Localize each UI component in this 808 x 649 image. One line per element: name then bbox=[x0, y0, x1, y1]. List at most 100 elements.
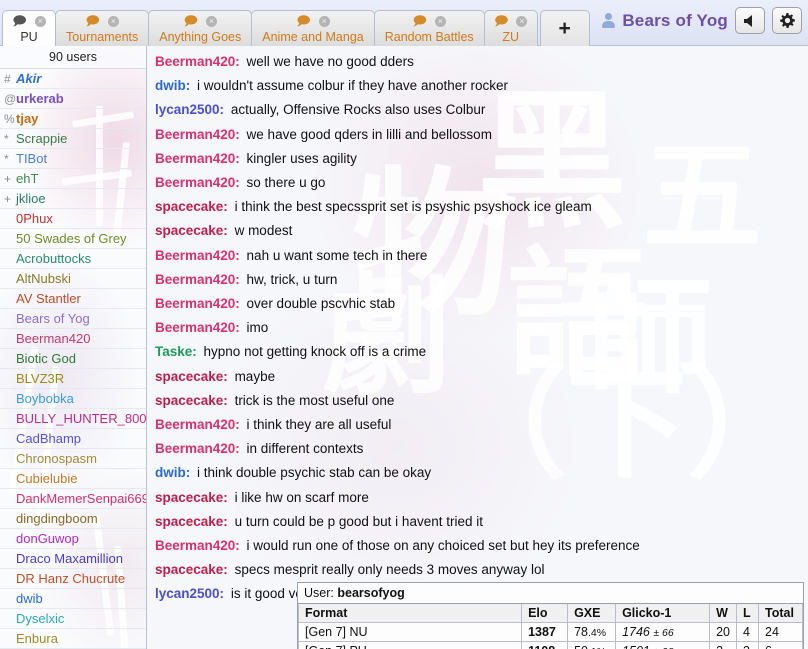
user-list-item[interactable]: * TIBot bbox=[0, 149, 146, 169]
message-author[interactable]: spacecake: bbox=[155, 393, 228, 408]
message-author[interactable]: spacecake: bbox=[155, 369, 228, 384]
chat-panel[interactable]: 黑 五 物 語 劇 師 （下） Beerman420: well we have… bbox=[147, 46, 808, 649]
message-author[interactable]: spacecake: bbox=[155, 562, 228, 577]
tab-icon-row: 🗩 × bbox=[12, 13, 46, 30]
user-list-item[interactable]: BULLY_HUNTER_80085 bbox=[0, 409, 146, 429]
message-author[interactable]: dwib: bbox=[155, 78, 190, 93]
message-text: in different contexts bbox=[242, 441, 364, 457]
message-author[interactable]: Beerman420: bbox=[155, 54, 240, 69]
chat-message: Beerman420: i would run one of those on … bbox=[153, 534, 802, 558]
user-list-item[interactable]: * Scrappie bbox=[0, 129, 146, 149]
user-rows: # Akir @urkerab %tjay * Scrappie * TIBot + ehT + jk… bbox=[0, 69, 146, 649]
user-list-item[interactable]: Draco Maxamillion bbox=[0, 549, 146, 569]
user-list-item[interactable]: Bears of Yog bbox=[0, 309, 146, 329]
user-list-item[interactable]: dwib bbox=[0, 589, 146, 609]
user-list-item[interactable]: Acrobuttocks bbox=[0, 249, 146, 269]
message-text: imo bbox=[242, 320, 269, 336]
message-author[interactable]: Beerman420: bbox=[155, 272, 240, 287]
username-label[interactable]: Bears of Yog bbox=[622, 11, 728, 31]
close-icon[interactable]: × bbox=[205, 16, 217, 27]
user-name-label: Enbura bbox=[16, 631, 58, 646]
message-author[interactable]: Beerman420: bbox=[155, 151, 240, 166]
room-tab-random-battles[interactable]: 🗩 × Random Battles bbox=[373, 10, 485, 46]
user-name-label: Akir bbox=[16, 71, 42, 86]
close-icon[interactable]: × bbox=[34, 16, 46, 27]
user-list-item[interactable]: Beerman420 bbox=[0, 329, 146, 349]
chat-icon: 🗩 bbox=[85, 14, 100, 29]
close-icon[interactable]: × bbox=[318, 16, 330, 27]
user-list-item[interactable]: # Akir bbox=[0, 69, 146, 89]
message-author[interactable]: dwib: bbox=[155, 465, 190, 480]
message-author[interactable]: Beerman420: bbox=[155, 417, 240, 432]
message-text: kingler uses agility bbox=[242, 150, 357, 166]
user-group-symbol: @ bbox=[4, 92, 17, 106]
message-author[interactable]: Beerman420: bbox=[155, 538, 240, 553]
user-name-label: ehT bbox=[16, 171, 39, 186]
user-list-item[interactable]: DR Hanz Chucrute bbox=[0, 569, 146, 589]
tab-label: ZU bbox=[502, 30, 519, 44]
ratings-column-header: W bbox=[709, 604, 737, 623]
user-name-label: Cubielubie bbox=[16, 471, 78, 486]
message-text: actually, Offensive Rocks also uses Colb… bbox=[227, 102, 486, 118]
message-author[interactable]: Beerman420: bbox=[155, 248, 240, 263]
sound-button[interactable] bbox=[735, 7, 765, 34]
room-tab-zu[interactable]: 🗩 × ZU bbox=[483, 10, 538, 46]
message-author[interactable]: spacecake: bbox=[155, 223, 228, 238]
settings-button[interactable] bbox=[772, 7, 802, 34]
close-icon[interactable]: × bbox=[516, 16, 528, 27]
close-icon[interactable]: × bbox=[107, 16, 119, 27]
add-room-button[interactable]: + bbox=[539, 10, 590, 46]
user-list-item[interactable]: Dyselxic bbox=[0, 609, 146, 629]
user-name-label: jklioe bbox=[16, 191, 46, 206]
message-author[interactable]: Beerman420: bbox=[155, 320, 240, 335]
message-author[interactable]: Beerman420: bbox=[155, 296, 240, 311]
message-author[interactable]: Beerman420: bbox=[155, 127, 240, 142]
room-tab-pu[interactable]: 🗩 × PU bbox=[2, 10, 56, 46]
user-name-label: CadBhamp bbox=[16, 431, 82, 446]
message-author[interactable]: spacecake: bbox=[155, 514, 228, 529]
close-icon[interactable]: × bbox=[434, 16, 446, 27]
user-list-item[interactable]: dingdingboom bbox=[0, 509, 146, 529]
user-list-panel[interactable]: 90 users # Akir @urkerab %tjay * Scrappie * TIB… bbox=[0, 46, 147, 649]
user-list-item[interactable]: %tjay bbox=[0, 109, 146, 129]
user-name-label: Chronospasm bbox=[16, 451, 97, 466]
room-tab-tournaments[interactable]: 🗩 × Tournaments bbox=[55, 10, 150, 46]
room-tab-anime-and-manga[interactable]: 🗩 × Anime and Manga bbox=[251, 10, 375, 46]
chat-message: spacecake: i like hw on scarf more bbox=[153, 486, 802, 510]
user-list-item[interactable]: CadBhamp bbox=[0, 429, 146, 449]
ratings-cell-elo: 1387 bbox=[521, 622, 569, 642]
user-name-label: Draco Maxamillion bbox=[16, 551, 123, 566]
user-list-item[interactable]: BLVZ3R bbox=[0, 369, 146, 389]
user-list-item[interactable]: Enbura bbox=[0, 629, 146, 649]
user-list-item[interactable]: AltNubski bbox=[0, 269, 146, 289]
message-author[interactable]: spacecake: bbox=[155, 199, 228, 214]
chat-message: spacecake: maybe bbox=[153, 365, 802, 389]
user-list-item[interactable]: + jklioe bbox=[0, 189, 146, 209]
user-group-symbol: # bbox=[4, 72, 11, 86]
user-list-item[interactable]: Biotic God bbox=[0, 349, 146, 369]
ratings-cell-glicko: 1746 ± 66 bbox=[615, 622, 711, 642]
user-list-item[interactable]: DankMemerSenpai669 bbox=[0, 489, 146, 509]
ratings-cell-wins: 3 bbox=[709, 641, 737, 649]
user-avatar-icon bbox=[602, 13, 616, 28]
user-list-item[interactable]: Chronospasm bbox=[0, 449, 146, 469]
tab-icon-row: 🗩 × bbox=[158, 13, 242, 30]
user-list-item[interactable]: @urkerab bbox=[0, 89, 146, 109]
user-list-item[interactable]: 50 Swades of Grey bbox=[0, 229, 146, 249]
chat-message: Beerman420: imo bbox=[153, 316, 802, 340]
message-author[interactable]: Taske: bbox=[155, 344, 197, 359]
user-name-label: Bears of Yog bbox=[16, 311, 90, 326]
message-author[interactable]: Beerman420: bbox=[155, 175, 240, 190]
message-author[interactable]: lycan2500: bbox=[155, 102, 224, 117]
user-list-item[interactable]: + ehT bbox=[0, 169, 146, 189]
message-author[interactable]: spacecake: bbox=[155, 490, 228, 505]
user-list-item[interactable]: Boybobka bbox=[0, 389, 146, 409]
user-group-symbol: + bbox=[4, 192, 12, 206]
message-author[interactable]: Beerman420: bbox=[155, 441, 240, 456]
user-list-item[interactable]: Cubielubie bbox=[0, 469, 146, 489]
room-tab-anything-goes[interactable]: 🗩 × Anything Goes bbox=[148, 10, 253, 46]
message-author[interactable]: lycan2500: bbox=[155, 586, 224, 601]
user-list-item[interactable]: 0Phux bbox=[0, 209, 146, 229]
user-list-item[interactable]: donGuwop bbox=[0, 529, 146, 549]
user-list-item[interactable]: AV Stantler bbox=[0, 289, 146, 309]
